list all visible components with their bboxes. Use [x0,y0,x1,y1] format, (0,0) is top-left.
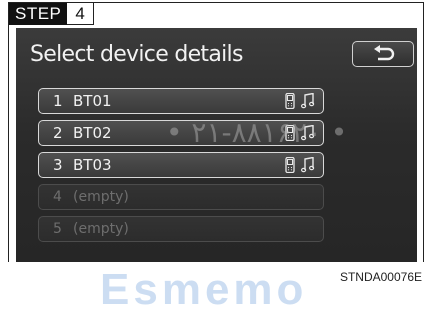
phone-icon [285,157,295,173]
device-index: 3 [53,156,63,174]
device-index: 2 [53,124,63,142]
device-button-1[interactable]: 1 BT01 [38,88,324,114]
device-name: (empty) [73,221,129,237]
device-index: 4 [53,189,62,205]
device-screen: Select device details 1 BT01 2 BT02 3 BT [16,28,417,262]
watermark-phone: • ۲۱-۸۸۱۶۲۰ • [166,116,348,149]
back-button[interactable] [352,41,414,67]
step-number: 4 [67,3,94,25]
phone-icon [285,93,295,109]
device-name: BT02 [73,124,112,142]
device-name: BT01 [73,92,112,110]
device-button-5: 5 (empty) [38,216,324,242]
device-list: 1 BT01 2 BT02 3 BT03 4 (empty) 5 (empty) [38,88,324,248]
device-index: 5 [53,221,62,237]
device-index: 1 [53,92,63,110]
device-name: (empty) [73,189,129,205]
music-note-icon [301,93,315,109]
figure-code: STNDA00076E [339,270,422,284]
watermark-brand: Esmemo [100,265,308,314]
device-name: BT03 [73,156,112,174]
step-label: STEP 4 [9,3,94,25]
step-word: STEP [9,3,68,25]
device-button-4: 4 (empty) [38,184,324,210]
music-note-icon [301,157,315,173]
device-button-3[interactable]: 3 BT03 [38,152,324,178]
screen-title: Select device details [30,42,243,67]
return-arrow-icon [374,45,395,61]
